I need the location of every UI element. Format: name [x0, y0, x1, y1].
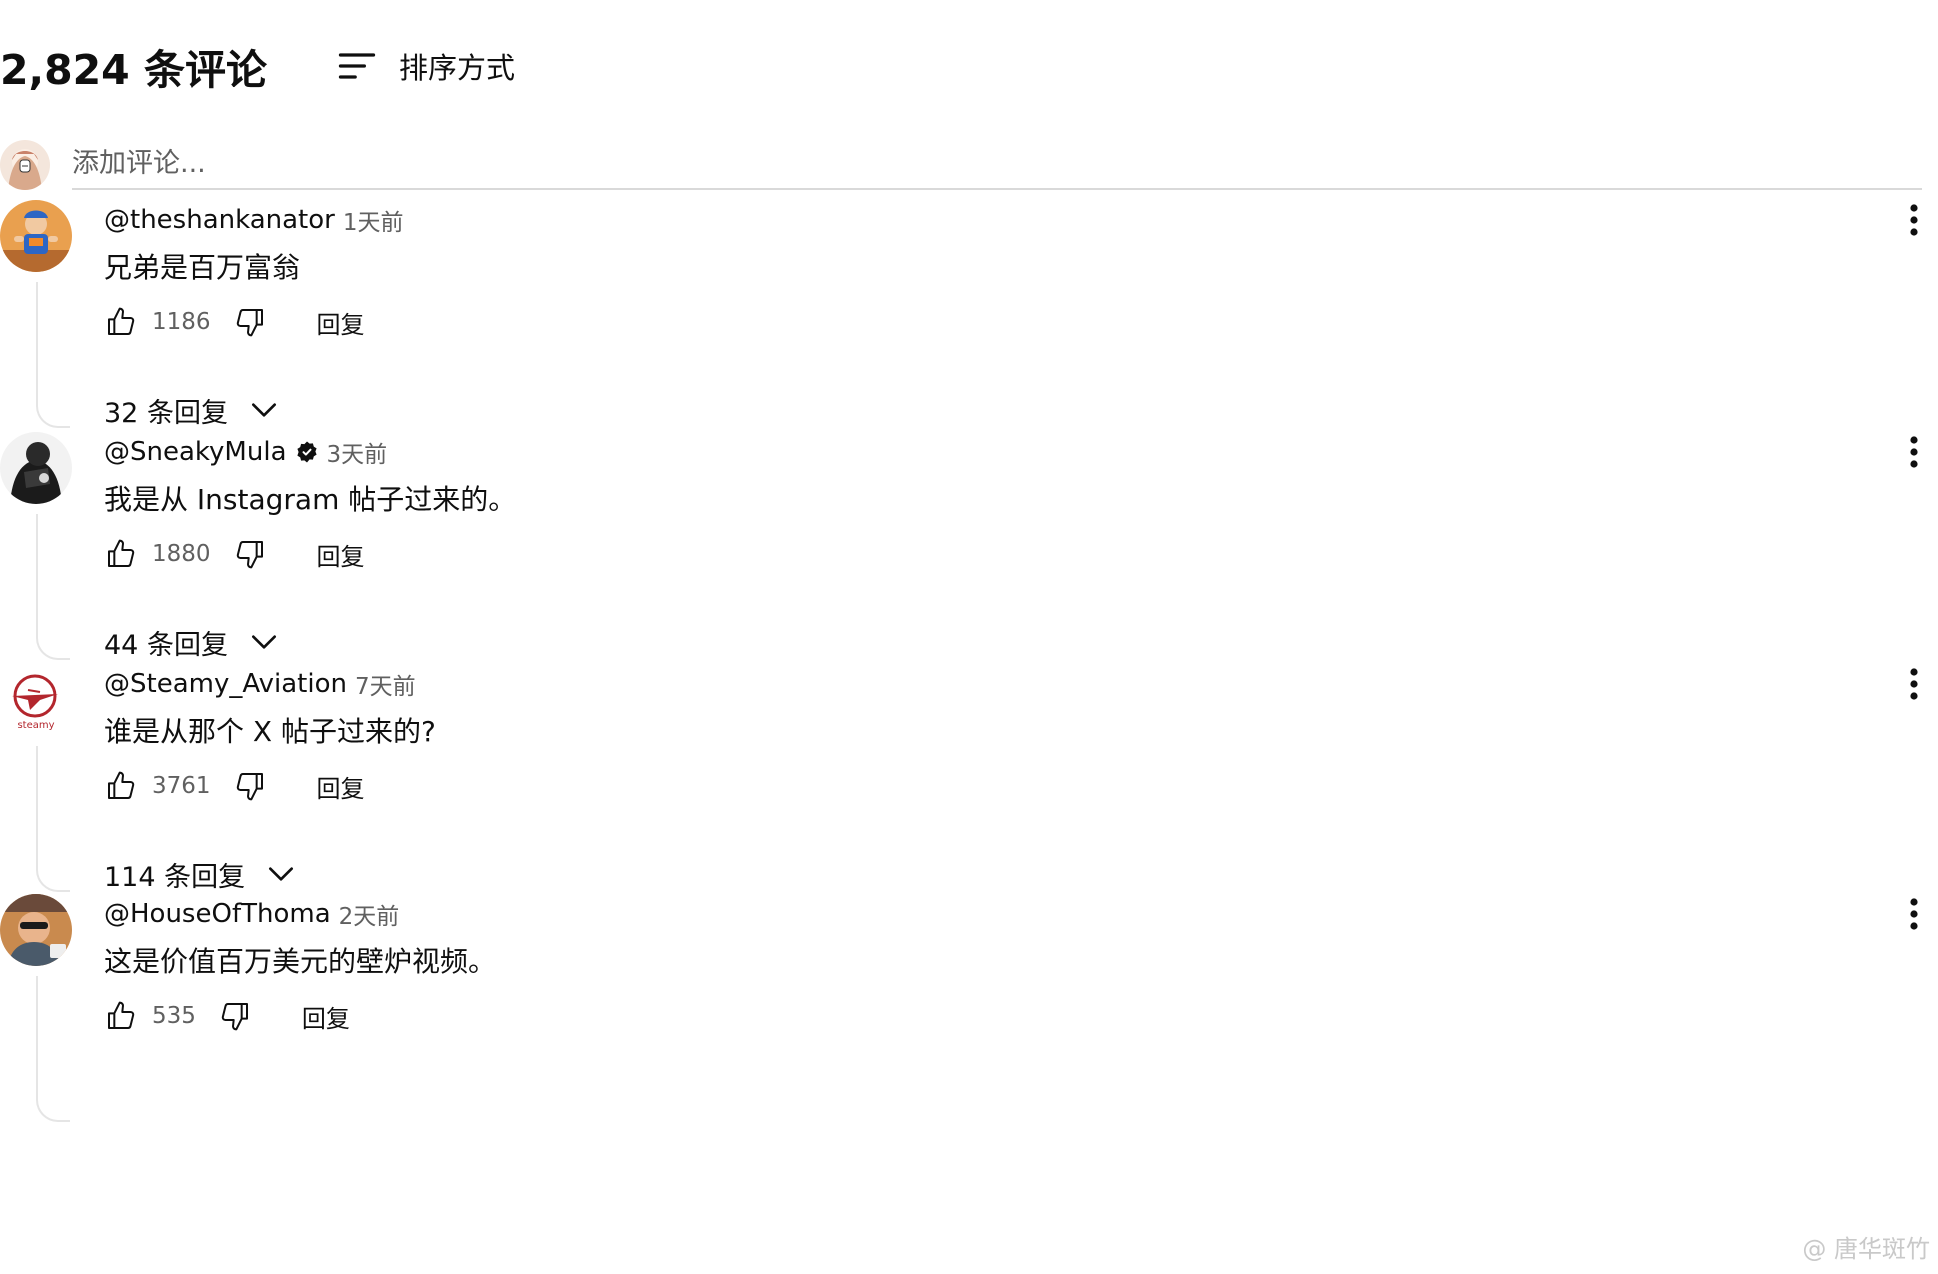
more-options-button[interactable] [1898, 894, 1930, 934]
thumbs-down-icon [236, 773, 263, 801]
comment-actions: 535 回复 [104, 996, 350, 1036]
comments-header: 2,824 条评论 排序方式 [0, 36, 515, 96]
replies-count: 114 条回复 [104, 861, 246, 893]
svg-text:steamy: steamy [17, 720, 54, 731]
comment-meta: @SneakyMula 3天前 [104, 434, 387, 470]
avatar[interactable] [0, 200, 72, 272]
comment-meta: @HouseOfThoma 2天前 [104, 896, 399, 932]
more-vertical-icon [1910, 668, 1918, 700]
comment-author[interactable]: @theshankanator [104, 205, 335, 235]
comment-actions: 3761 回复 [104, 766, 365, 806]
thread-connector [36, 746, 70, 892]
more-options-button[interactable] [1898, 432, 1930, 472]
reply-button[interactable]: 回复 [317, 305, 365, 340]
more-vertical-icon [1910, 436, 1918, 468]
thumbs-up-icon [108, 771, 135, 799]
thumbs-up-icon [108, 1001, 135, 1029]
like-button[interactable] [104, 999, 138, 1033]
comment-time[interactable]: 1天前 [343, 203, 404, 237]
dislike-button[interactable] [233, 305, 267, 339]
reply-button[interactable]: 回复 [317, 769, 365, 804]
watermark: @ 唐华斑竹 [1802, 1235, 1930, 1263]
thumbs-up-icon [108, 307, 135, 335]
comment-input[interactable] [72, 138, 1922, 190]
more-vertical-icon [1910, 204, 1918, 236]
like-button[interactable] [104, 537, 138, 571]
thread-connector [36, 514, 70, 660]
comment-thread: steamy @Steamy_Aviation 7天前 谁是从那个 X 帖子过来… [0, 664, 1938, 924]
chevron-down-icon [269, 867, 294, 881]
view-replies-button[interactable]: 44 条回复 [104, 622, 280, 662]
comment-text: 这是价值百万美元的壁炉视频。 [104, 945, 497, 978]
chevron-down-icon [251, 403, 276, 417]
replies-count: 32 条回复 [104, 397, 228, 429]
comment-count: 2,824 条评论 [0, 46, 267, 94]
avatar[interactable]: steamy [0, 664, 72, 736]
more-options-button[interactable] [1898, 664, 1930, 704]
comment-thread: @theshankanator 1天前 兄弟是百万富翁 1186 回复 32 条… [0, 200, 1938, 460]
dislike-button[interactable] [233, 537, 267, 571]
reply-button[interactable]: 回复 [302, 999, 350, 1034]
comment-actions: 1880 回复 [104, 534, 365, 574]
like-button[interactable] [104, 305, 138, 339]
verified-badge-icon [296, 441, 317, 463]
comment-author[interactable]: @HouseOfThoma [104, 899, 331, 929]
sort-button[interactable]: 排序方式 [335, 44, 515, 88]
comment-time[interactable]: 7天前 [355, 667, 416, 701]
sort-icon [338, 53, 376, 79]
like-count: 535 [152, 1003, 196, 1029]
comment-thread: @HouseOfThoma 2天前 这是价值百万美元的壁炉视频。 535 回复 [0, 894, 1938, 1154]
avatar[interactable] [0, 432, 72, 504]
comment-actions: 1186 回复 [104, 302, 365, 342]
comment-thread: @SneakyMula 3天前 我是从 Instagram 帖子过来的。 188… [0, 432, 1938, 692]
thread-connector [36, 976, 70, 1122]
comment-meta: @Steamy_Aviation 7天前 [104, 666, 416, 702]
sort-label: 排序方式 [398, 51, 515, 85]
view-replies-button[interactable]: 114 条回复 [104, 854, 297, 894]
view-replies-button[interactable]: 32 条回复 [104, 390, 280, 430]
more-vertical-icon [1910, 898, 1918, 930]
add-comment-row [0, 138, 1922, 194]
thread-connector [36, 282, 70, 428]
avatar[interactable] [0, 894, 72, 966]
comment-text: 我是从 Instagram 帖子过来的。 [104, 483, 517, 516]
comment-time[interactable]: 3天前 [327, 435, 388, 469]
dislike-button[interactable] [233, 769, 267, 803]
comment-text: 谁是从那个 X 帖子过来的? [104, 715, 436, 748]
thumbs-up-icon [108, 539, 135, 567]
like-count: 1186 [152, 309, 211, 335]
like-count: 1880 [152, 541, 211, 567]
chevron-down-icon [251, 635, 276, 649]
thumbs-down-icon [221, 1003, 248, 1031]
dislike-button[interactable] [218, 999, 252, 1033]
replies-count: 44 条回复 [104, 629, 228, 661]
thumbs-down-icon [236, 541, 263, 569]
like-count: 3761 [152, 773, 211, 799]
comment-author[interactable]: @SneakyMula [104, 437, 287, 467]
like-button[interactable] [104, 769, 138, 803]
thumbs-down-icon [236, 309, 263, 337]
comment-time[interactable]: 2天前 [339, 897, 400, 931]
more-options-button[interactable] [1898, 200, 1930, 240]
avatar [0, 140, 50, 190]
reply-button[interactable]: 回复 [317, 537, 365, 572]
comment-meta: @theshankanator 1天前 [104, 202, 403, 238]
comment-author[interactable]: @Steamy_Aviation [104, 669, 347, 699]
comment-text: 兄弟是百万富翁 [104, 251, 301, 284]
